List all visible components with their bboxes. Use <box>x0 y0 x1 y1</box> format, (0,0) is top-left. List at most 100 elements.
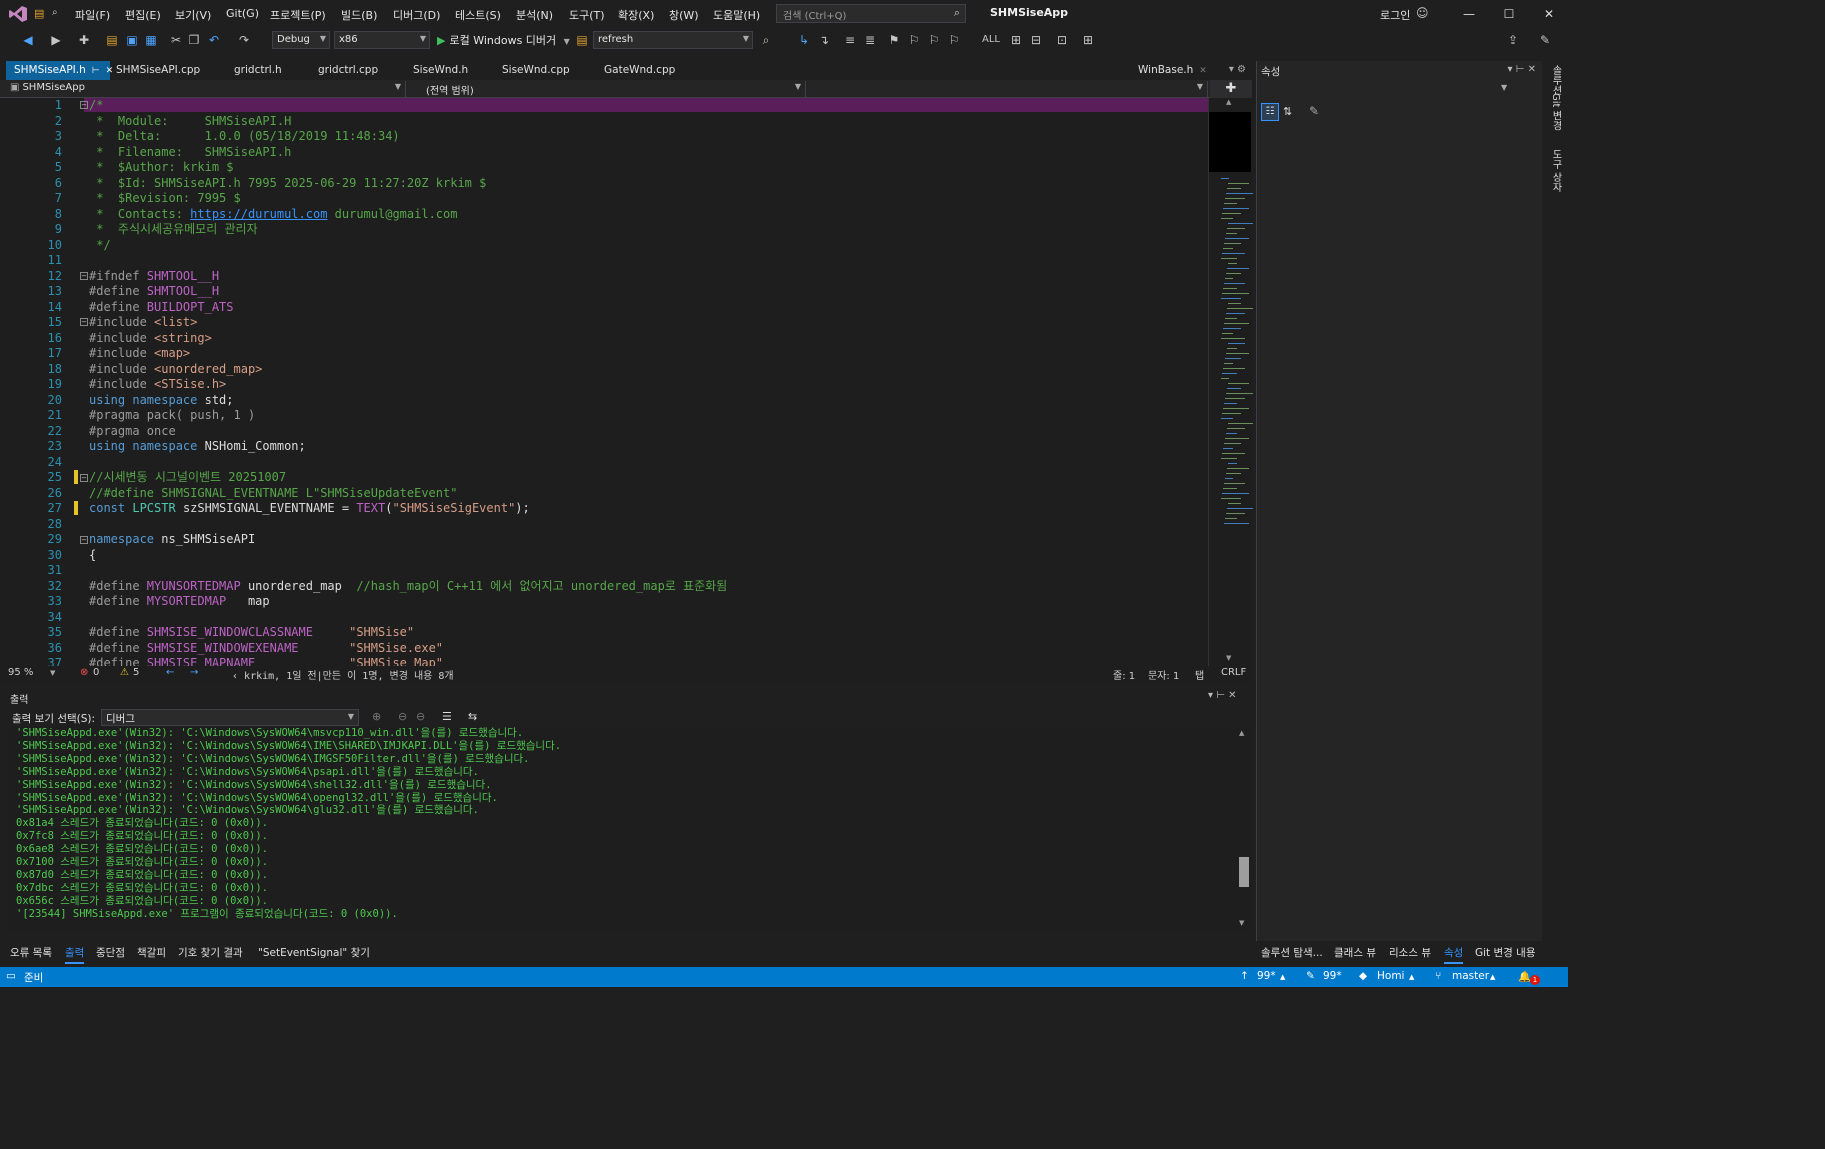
copy-icon[interactable]: ❐ <box>186 32 202 48</box>
pencil-icon[interactable]: ✎ <box>1306 970 1315 982</box>
uncomment-icon[interactable]: ≣ <box>862 32 878 48</box>
step-into-icon[interactable]: ↳ <box>796 32 812 48</box>
output-text[interactable]: 'SHMSiseAppd.exe'(Win32): 'C:\Windows\Sy… <box>8 727 1234 932</box>
tab-error-list[interactable]: 오류 목록 <box>10 945 52 960</box>
notification-count[interactable]: 1 <box>1530 975 1540 985</box>
undo-icon[interactable]: ↶ <box>206 32 222 48</box>
clear-all-icon[interactable]: ☰ <box>442 710 452 723</box>
code-line[interactable] <box>89 455 1199 471</box>
side-tab-toolbox[interactable]: 도구 상자 <box>1548 149 1563 192</box>
eol-indicator[interactable]: CRLF <box>1221 667 1246 678</box>
code-line[interactable] <box>89 563 1199 579</box>
tab-sisewnd-h[interactable]: SiseWnd.h <box>405 61 476 80</box>
code-line[interactable]: { <box>89 548 1199 564</box>
notification-icon[interactable]: 🔔 <box>1518 970 1531 983</box>
code-line[interactable]: using namespace NSHomi_Common; <box>89 439 1199 455</box>
scroll-thumb[interactable] <box>1239 857 1249 887</box>
back-icon[interactable]: ◀ <box>20 32 36 48</box>
attach-icon[interactable]: ⊡ <box>1054 32 1070 48</box>
error-count[interactable]: 0 <box>93 667 99 678</box>
user-icon[interactable]: ☺ <box>1416 6 1429 20</box>
code-line[interactable]: * 주식시세공유메모리 관리자 <box>89 222 1199 238</box>
branch-icon[interactable]: ⑂ <box>1435 970 1441 982</box>
scroll-up-icon[interactable]: ▲ <box>1226 98 1231 106</box>
clear-bookmarks-icon[interactable]: ⚐ <box>946 32 962 48</box>
code-line[interactable]: * Delta: 1.0.0 (05/18/2019 11:48:34) <box>89 129 1199 145</box>
code-line[interactable]: //시세변동 시그널이벤트 20251007 <box>89 470 1199 486</box>
code-line[interactable] <box>89 517 1199 533</box>
menu-view[interactable]: 보기(V) <box>175 7 211 23</box>
fold-toggle-icon[interactable]: − <box>80 272 88 280</box>
scroll-down-icon[interactable]: ▼ <box>1239 919 1244 927</box>
code-line[interactable]: #include <list> <box>89 315 1199 331</box>
code-line[interactable]: #define MYUNSORTEDMAP unordered_map //ha… <box>89 579 1199 595</box>
prev-bookmark-icon[interactable]: ⚐ <box>906 32 922 48</box>
code-line[interactable]: #include <STSise.h> <box>89 377 1199 393</box>
next-bookmark-icon[interactable]: ⚐ <box>926 32 942 48</box>
menu-build[interactable]: 빌드(B) <box>341 7 377 23</box>
char-indicator[interactable]: 문자: 1 <box>1148 667 1179 682</box>
side-tab-git[interactable]: Git 변경 <box>1548 93 1563 131</box>
find-combo[interactable]: refresh ▼ <box>593 31 753 49</box>
line-indicator[interactable]: 줄: 1 <box>1113 667 1135 682</box>
fold-toggle-icon[interactable]: − <box>80 318 88 326</box>
output-scrollbar[interactable]: ▲ ▼ <box>1234 727 1252 932</box>
tab-class-view[interactable]: 클래스 뷰 <box>1334 945 1376 960</box>
config-select[interactable]: Debug ▼ <box>272 31 330 49</box>
search-files-icon[interactable]: ⌕ <box>52 7 58 18</box>
repo-icon[interactable]: ◆ <box>1359 970 1367 982</box>
goto-error-icon[interactable]: ⊕ <box>372 710 381 723</box>
branch-name[interactable]: master <box>1452 970 1489 982</box>
menu-analyze[interactable]: 분석(N) <box>516 7 553 23</box>
comment-icon[interactable]: ≡ <box>842 32 858 48</box>
tab-bookmarks[interactable]: 책갈피 <box>137 945 166 960</box>
tab-gridctrl-cpp[interactable]: gridctrl.cpp <box>310 61 386 80</box>
menu-extensions[interactable]: 확장(X) <box>618 7 654 23</box>
chevron-down-icon[interactable]: ▼ <box>50 669 55 677</box>
code-line[interactable]: #include <unordered_map> <box>89 362 1199 378</box>
all-button[interactable]: ALL <box>982 34 1000 45</box>
find-in-files-icon[interactable]: ⌕ <box>758 32 774 48</box>
next-message-icon[interactable]: ⊖ <box>416 710 425 723</box>
menu-test[interactable]: 테스트(S) <box>455 7 501 23</box>
tab-output[interactable]: 출력 <box>65 945 85 964</box>
scope-combo[interactable]: (전역 범위) ▼ <box>416 81 806 97</box>
menu-help[interactable]: 도움말(H) <box>713 7 760 23</box>
folder-icon[interactable]: ▤ <box>34 7 44 20</box>
tab-indicator[interactable]: 탭 <box>1195 667 1204 682</box>
code-line[interactable]: #pragma pack( push, 1 ) <box>89 408 1199 424</box>
output-source-select[interactable]: 디버그 ▼ <box>101 709 359 726</box>
code-line[interactable]: #ifndef SHMTOOL__H <box>89 269 1199 285</box>
menu-file[interactable]: 파일(F) <box>75 7 110 23</box>
code-line[interactable]: * Module: SHMSiseAPI.H <box>89 114 1199 130</box>
chevron-up-icon[interactable]: ▲ <box>1490 973 1495 981</box>
push-count[interactable]: 99* <box>1257 970 1276 982</box>
tab-gridctrl-h[interactable]: gridctrl.h <box>226 61 290 80</box>
word-wrap-icon[interactable]: ⇆ <box>468 710 477 723</box>
close-button[interactable]: ✕ <box>1535 4 1563 24</box>
code-line[interactable] <box>89 610 1199 626</box>
close-tab-icon[interactable]: ✕ <box>1199 66 1207 76</box>
save-icon[interactable]: ▣ <box>124 32 140 48</box>
chevron-up-icon[interactable]: ▲ <box>1409 973 1414 981</box>
edit-count[interactable]: 99* <box>1323 970 1342 982</box>
menu-edit[interactable]: 편집(E) <box>125 7 161 23</box>
menu-window[interactable]: 창(W) <box>669 7 699 23</box>
code-line[interactable] <box>89 253 1199 269</box>
error-icon[interactable]: ⊗ <box>80 667 88 678</box>
categorized-icon[interactable]: ☷ <box>1261 103 1279 121</box>
git-blame-info[interactable]: ‹ krkim, 1일 전|만든 이 1명, 변경 내용 8개 <box>232 667 454 682</box>
start-debugging-button[interactable]: ▶ 로컬 Windows 디버거 ▼ <box>437 32 570 48</box>
chevron-down-icon[interactable]: ▼ <box>1501 83 1507 92</box>
minimize-button[interactable]: — <box>1455 4 1483 24</box>
warning-count[interactable]: 5 <box>133 667 139 678</box>
code-line[interactable]: using namespace std; <box>89 393 1199 409</box>
code-line[interactable]: * $Id: SHMSiseAPI.h 7995 2025-06-29 11:2… <box>89 176 1199 192</box>
tab-git-changes[interactable]: Git 변경 내용 <box>1475 945 1536 960</box>
panel-menu-icon[interactable]: ▾ ⊢ ✕ <box>1208 690 1236 701</box>
tab-properties[interactable]: 속성 <box>1444 945 1464 964</box>
code-line[interactable]: #include <string> <box>89 331 1199 347</box>
tab-resource-view[interactable]: 리소스 뷰 <box>1389 945 1431 960</box>
tab-shmsiseapi-h[interactable]: SHMSiseAPI.h ⊢ ✕ <box>6 61 113 80</box>
find-folder-icon[interactable]: ▤ <box>574 32 590 48</box>
